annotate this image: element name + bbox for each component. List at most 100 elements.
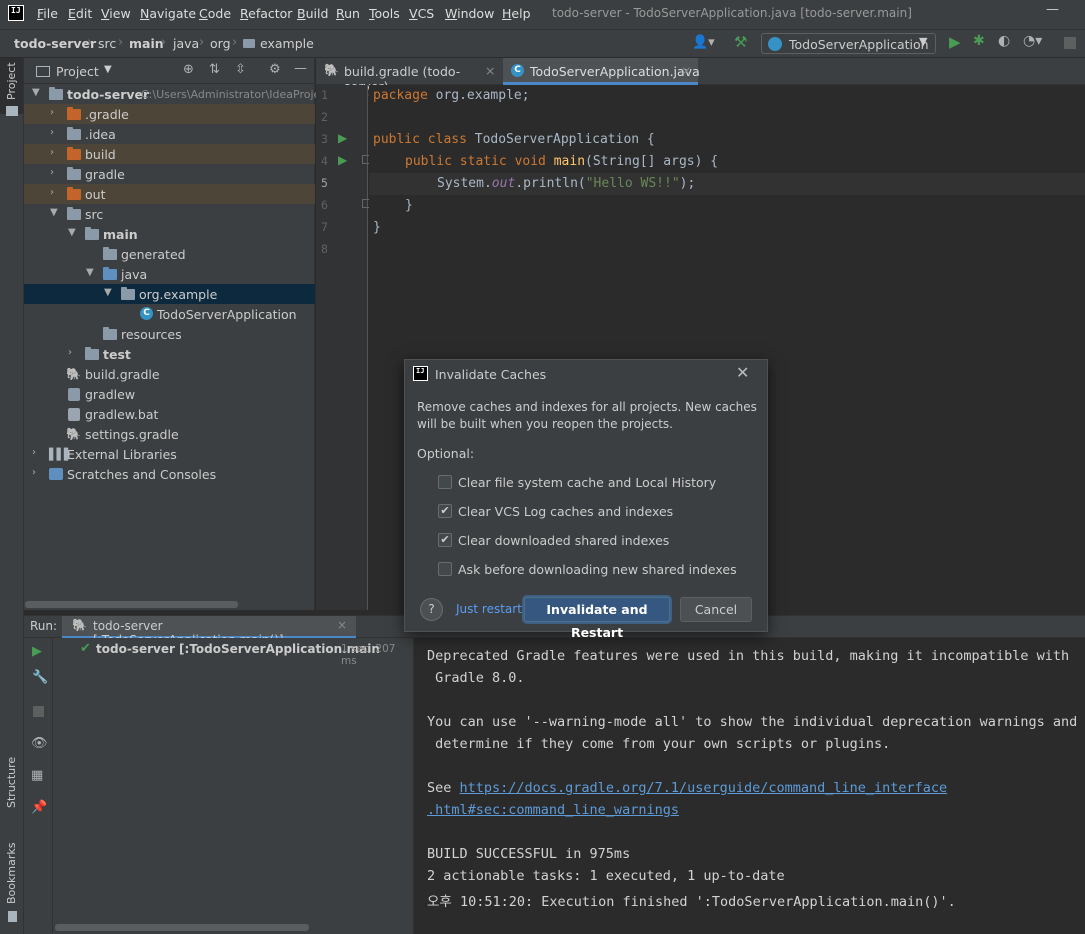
menu-navigate[interactable]: Navigate bbox=[140, 6, 196, 21]
clear-shared-indexes-checkbox[interactable]: ✔ bbox=[438, 533, 452, 547]
breadcrumb-org[interactable]: org bbox=[210, 36, 231, 51]
tree-item-build[interactable]: › build bbox=[24, 144, 315, 164]
menu-edit[interactable]: Edit bbox=[68, 6, 92, 21]
wrench-icon[interactable]: 🔧 bbox=[32, 670, 48, 685]
java-class-icon: C bbox=[511, 64, 524, 77]
project-tool-tab[interactable]: Project bbox=[5, 62, 18, 100]
menu-build[interactable]: Build bbox=[297, 6, 328, 21]
gear-icon[interactable]: ⚙ bbox=[269, 62, 281, 77]
help-button[interactable]: ? bbox=[420, 598, 443, 621]
console-output[interactable]: Deprecated Gradle features were used in … bbox=[415, 638, 1085, 934]
chevron-down-icon[interactable]: ▼ bbox=[104, 64, 112, 75]
debug-icon[interactable]: ✱ bbox=[973, 33, 985, 49]
invalidate-and-restart-button[interactable]: Invalidate and Restart bbox=[524, 597, 670, 640]
folder-icon bbox=[67, 207, 81, 220]
project-panel-header: Project ▼ ⊕ ⇅ ⇳ ⚙ — bbox=[24, 58, 315, 84]
chevron-down-icon: ▼ bbox=[86, 267, 94, 278]
resources-folder-icon bbox=[103, 327, 117, 340]
tree-item-external-libraries[interactable]: › ▌▌▌ External Libraries bbox=[24, 444, 315, 464]
tree-item-settings-gradle[interactable]: 🐘 settings.gradle bbox=[24, 424, 315, 444]
tree-item-out[interactable]: › out bbox=[24, 184, 315, 204]
clear-file-system-cache-checkbox[interactable] bbox=[438, 475, 452, 489]
breadcrumb-example[interactable]: example bbox=[260, 36, 314, 51]
tree-item-src[interactable]: ▼ src bbox=[24, 204, 315, 224]
rerun-icon[interactable]: ▶ bbox=[32, 644, 42, 659]
run-gutter-icon[interactable]: ▶ bbox=[338, 131, 347, 145]
bookmarks-tool-tab[interactable]: Bookmarks bbox=[5, 843, 18, 904]
hide-icon[interactable]: — bbox=[294, 61, 307, 76]
eye-icon[interactable]: 👁 bbox=[31, 736, 48, 751]
menu-help[interactable]: Help bbox=[502, 6, 531, 21]
just-restart-link[interactable]: Just restart bbox=[456, 602, 522, 616]
line-number: 7 bbox=[321, 220, 328, 234]
run-configuration-select[interactable]: TodoServerApplication ▼ bbox=[761, 33, 936, 54]
close-icon[interactable]: × bbox=[681, 63, 691, 78]
tree-item-gradlew-bat[interactable]: gradlew.bat bbox=[24, 404, 315, 424]
user-icon[interactable]: 👤▾ bbox=[692, 35, 715, 50]
docs-link[interactable]: https://docs.gradle.org/7.1/userguide/co… bbox=[460, 780, 948, 796]
tree-item-gradle[interactable]: › gradle bbox=[24, 164, 315, 184]
tab-build-gradle[interactable]: 🐘 build.gradle (todo-server) × bbox=[316, 58, 502, 94]
expand-all-icon[interactable]: ⇅ bbox=[209, 62, 220, 77]
structure-tool-tab[interactable]: Structure bbox=[5, 757, 18, 808]
menu-code[interactable]: Code bbox=[199, 6, 231, 21]
locate-icon[interactable]: ⊕ bbox=[183, 62, 194, 77]
run-tab[interactable]: 🐘 todo-server [:TodoServerApplication.ma… bbox=[62, 616, 356, 647]
tree-item-java[interactable]: ▼ java bbox=[24, 264, 315, 284]
docs-link[interactable]: .html#sec:command_line_warnings bbox=[427, 802, 679, 818]
coverage-icon[interactable]: ◐ bbox=[998, 33, 1010, 49]
menu-run[interactable]: Run bbox=[336, 6, 360, 21]
tree-item-todo-server-application[interactable]: C TodoServerApplication bbox=[24, 304, 315, 324]
breadcrumb-todo-server[interactable]: todo-server bbox=[14, 36, 96, 51]
profile-icon[interactable]: ◔▾ bbox=[1023, 33, 1042, 49]
horizontal-scrollbar[interactable] bbox=[25, 601, 238, 608]
tree-item-generated[interactable]: generated bbox=[24, 244, 315, 264]
menu-file[interactable]: File bbox=[37, 6, 58, 21]
tree-item-build-gradle[interactable]: 🐘 build.gradle bbox=[24, 364, 315, 384]
menu-tools[interactable]: Tools bbox=[369, 6, 400, 21]
breadcrumb-main[interactable]: main bbox=[129, 36, 164, 51]
stop-icon[interactable] bbox=[1064, 37, 1076, 49]
close-icon[interactable]: ✕ bbox=[736, 363, 749, 382]
line-number: 3 bbox=[321, 132, 328, 146]
menu-refactor[interactable]: Refactor bbox=[240, 6, 292, 21]
tree-item-scratches[interactable]: › Scratches and Consoles bbox=[24, 464, 315, 484]
code-line-7: } bbox=[373, 220, 381, 235]
run-gutter-icon[interactable]: ▶ bbox=[338, 153, 347, 167]
breadcrumb-src[interactable]: src bbox=[98, 36, 116, 51]
tree-item-resources[interactable]: resources bbox=[24, 324, 315, 344]
cancel-button[interactable]: Cancel bbox=[680, 597, 752, 622]
collapse-all-icon[interactable]: ⇳ bbox=[235, 62, 246, 77]
ask-before-download-checkbox[interactable] bbox=[438, 562, 452, 576]
stop-icon[interactable] bbox=[33, 706, 44, 717]
close-icon[interactable]: × bbox=[485, 63, 495, 78]
build-hammer-icon[interactable]: ⚒ bbox=[734, 33, 747, 51]
run-tree-item[interactable]: todo-server [:TodoServerApplication.main bbox=[96, 642, 380, 656]
menu-vcs[interactable]: VCS bbox=[409, 6, 434, 21]
tree-item-org-example[interactable]: ▼ org.example bbox=[24, 284, 315, 304]
menu-window[interactable]: Window bbox=[445, 6, 494, 21]
package-icon bbox=[121, 287, 135, 300]
tree-item-gradlew[interactable]: gradlew bbox=[24, 384, 315, 404]
tree-item-gradle-dir[interactable]: › .gradle bbox=[24, 104, 315, 124]
menu-view[interactable]: View bbox=[101, 6, 131, 21]
code-line-5: System.out.println("Hello WS!!"); bbox=[437, 176, 696, 191]
console-line: Gradle 8.0. bbox=[427, 670, 525, 686]
chevron-down-icon: ▼ bbox=[68, 227, 76, 238]
pin-icon[interactable]: 📌 bbox=[31, 800, 47, 815]
folder-icon bbox=[67, 187, 81, 200]
tab-todo-server-application[interactable]: C TodoServerApplication.java × bbox=[503, 58, 700, 85]
tree-item-test[interactable]: › test bbox=[24, 344, 315, 364]
breadcrumb-java[interactable]: java bbox=[173, 36, 199, 51]
layout-icon[interactable]: ▦ bbox=[31, 768, 43, 783]
clear-vcs-log-checkbox[interactable]: ✔ bbox=[438, 504, 452, 518]
close-icon[interactable]: × bbox=[337, 618, 347, 632]
folder-icon bbox=[67, 167, 81, 180]
tree-item-idea[interactable]: › .idea bbox=[24, 124, 315, 144]
tree-root[interactable]: ▼ todo-server C:\Users\Administrator\Ide… bbox=[24, 84, 404, 104]
minimize-icon[interactable]: — bbox=[1046, 2, 1059, 17]
project-panel-title[interactable]: Project bbox=[56, 64, 99, 79]
run-icon[interactable]: ▶ bbox=[949, 33, 961, 51]
horizontal-scrollbar[interactable] bbox=[55, 924, 309, 931]
tree-item-main[interactable]: ▼ main bbox=[24, 224, 315, 244]
